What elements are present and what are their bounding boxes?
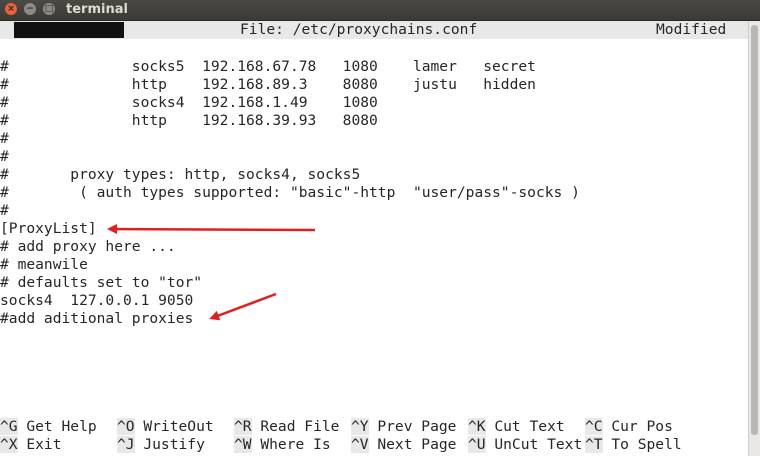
- annotation-overlay: [107, 224, 316, 321]
- arrow-to-add-proxies-icon: [209, 292, 277, 321]
- arrow-to-proxylist-icon: [107, 224, 316, 235]
